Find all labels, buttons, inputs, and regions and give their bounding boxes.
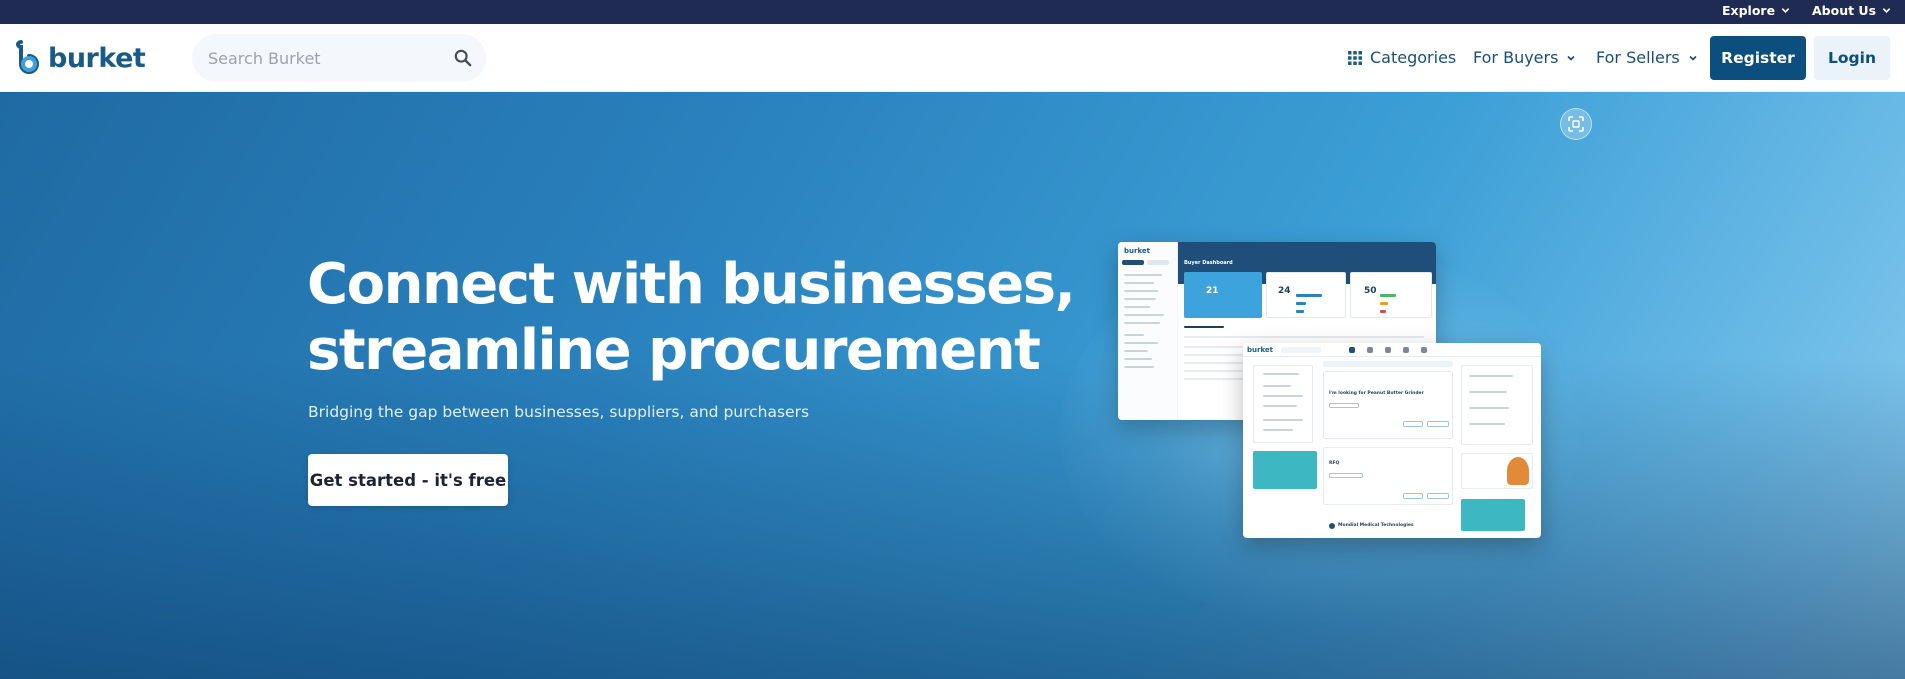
nav-for-sellers[interactable]: For Sellers <box>1596 48 1698 67</box>
feed-post-title: I'm looking for Peanut Butter Grinder <box>1329 391 1424 396</box>
search-input[interactable] <box>208 48 454 68</box>
feed-footer-company: Mondial Medical Technologies <box>1338 523 1414 528</box>
nav-for-buyers-label: For Buyers <box>1473 48 1559 67</box>
nav-categories-label: Categories <box>1370 48 1457 67</box>
headline-line-2: streamline procurement <box>307 318 1041 383</box>
dashboard-preview-logo: burket <box>1124 247 1151 255</box>
chevron-down-icon <box>1882 8 1891 13</box>
logo-text: burket <box>48 42 146 74</box>
chevron-down-icon <box>1567 55 1576 61</box>
chevron-down-icon <box>1689 55 1697 61</box>
register-button[interactable]: Register <box>1710 36 1806 80</box>
nav-for-buyers[interactable]: For Buyers <box>1473 48 1576 67</box>
scan-icon <box>1568 116 1584 132</box>
feed-post-title-2: RFQ <box>1329 461 1340 466</box>
get-started-button[interactable]: Get started - it's free <box>308 454 508 506</box>
nav-categories[interactable]: Categories <box>1348 48 1456 67</box>
dashboard-preview-sidebar: burket <box>1118 242 1178 420</box>
nav-for-sellers-label: For Sellers <box>1596 48 1680 67</box>
search-icon[interactable] <box>454 49 472 67</box>
hero-subline: Bridging the gap between businesses, sup… <box>308 403 810 421</box>
grid-icon <box>1348 50 1362 65</box>
dashboard-preview-title: Buyer Dashboard <box>1184 260 1233 266</box>
feed-preview-logo: burket <box>1247 346 1274 354</box>
top-utility-bar: Explore About Us <box>0 0 1905 24</box>
login-button[interactable]: Login <box>1814 36 1890 80</box>
burket-logo[interactable]: burket <box>14 40 146 76</box>
dashboard-stat-2: 24 <box>1278 286 1291 296</box>
hero-headline: Connect with businesses, streamline proc… <box>307 252 1107 384</box>
explore-label: Explore <box>1722 3 1776 18</box>
about-us-label: About Us <box>1812 3 1877 18</box>
burket-logo-icon <box>16 40 39 74</box>
scan-icon-button[interactable] <box>1560 108 1592 140</box>
dashboard-stat-1: 21 <box>1206 286 1219 296</box>
dashboard-stat-3: 50 <box>1364 286 1377 296</box>
about-us-menu[interactable]: About Us <box>1812 3 1891 18</box>
headline-line-1: Connect with businesses, <box>307 252 1076 317</box>
chevron-down-icon <box>1781 8 1790 13</box>
explore-menu[interactable]: Explore <box>1722 3 1790 18</box>
search-bar[interactable] <box>192 34 486 82</box>
feed-preview: burket I'm looking for Peanut Butter Gri… <box>1243 343 1541 538</box>
hero-section: Connect with businesses, streamline proc… <box>0 92 1905 679</box>
main-header: burket Categories For Buyers For Sellers… <box>0 24 1905 92</box>
